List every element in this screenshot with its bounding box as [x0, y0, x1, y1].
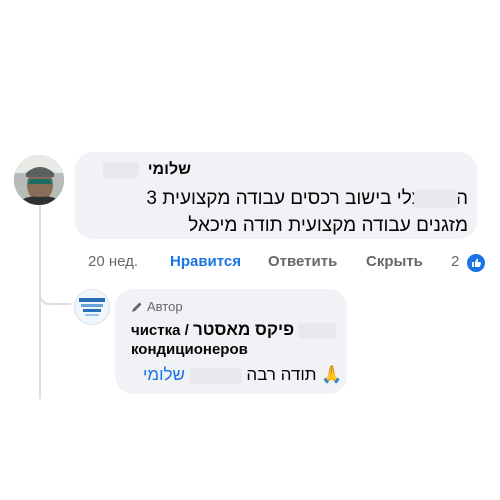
reply-author-name-hebrew[interactable]: פיקס מאסטר: [193, 320, 294, 339]
redacted-text: [414, 190, 458, 208]
redacted-name-part: [298, 323, 337, 340]
like-button[interactable]: Нравится: [170, 253, 241, 270]
author-badge: Автор: [131, 299, 183, 314]
comment-author-name[interactable]: שלומי: [103, 161, 191, 179]
reply-message: תודה רבה: [246, 365, 317, 384]
reply-author-avatar[interactable]: [74, 289, 110, 325]
hide-button[interactable]: Скрыть: [366, 253, 423, 270]
comment-time[interactable]: 20 нед.: [88, 253, 138, 270]
reply-author-name[interactable]: чистка / פיקס מאסטר кондиционеров: [131, 320, 346, 359]
reply-button[interactable]: Ответить: [268, 253, 337, 270]
author-name-text[interactable]: שלומי: [148, 161, 191, 178]
commenter-avatar[interactable]: [14, 155, 64, 205]
reaction-count[interactable]: 2: [451, 253, 459, 270]
author-badge-label: Автор: [147, 299, 183, 314]
pray-emoji: 🙏: [321, 365, 343, 384]
redacted-surname: [103, 161, 140, 178]
redacted-mention-surname: [189, 367, 242, 384]
thread-line-branch: [39, 287, 71, 305]
thumbs-up-icon[interactable]: [467, 254, 485, 272]
reply-author-name-part2[interactable]: кондиционеров: [131, 341, 248, 358]
comment-line2-text: מזגנים עבודה מקצועית תודה מיכאל: [188, 215, 468, 236]
reply-text: 🙏 תודה רבה שלומי: [143, 365, 342, 385]
company-logo-icon: [75, 290, 109, 324]
reply-mention-link[interactable]: שלומי: [143, 365, 185, 384]
pen-icon: [132, 302, 142, 312]
comment-text-line2: מזגנים עבודה מקצועית תודה מיכאל: [188, 212, 468, 240]
comment-actions: 20 нед. Нравится Ответить Скрыть 2: [0, 253, 500, 273]
person-photo-icon: [14, 155, 64, 205]
reply-author-name-part1[interactable]: чистка /: [131, 322, 189, 339]
